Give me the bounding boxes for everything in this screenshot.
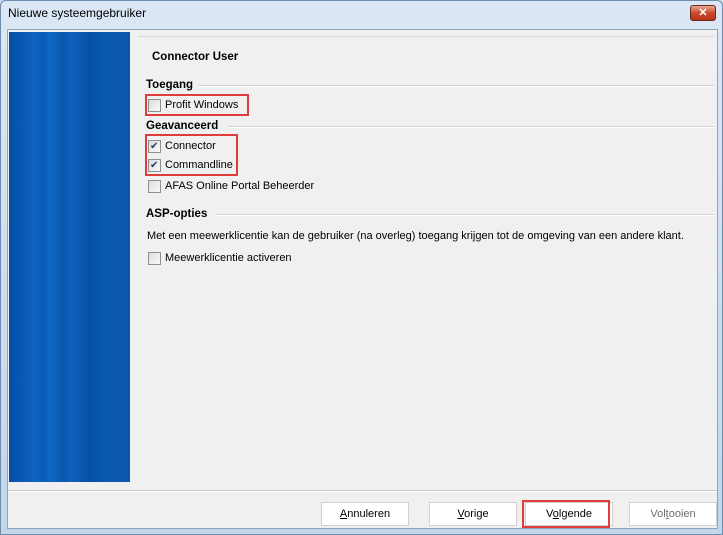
section-title-geavanceerd: Geavanceerd: [146, 120, 219, 132]
dialog-window: Nieuwe systeemgebruiker ✕ Connector User…: [0, 0, 723, 535]
close-button[interactable]: ✕: [690, 5, 716, 21]
highlight-box: [145, 94, 249, 116]
checkbox-box[interactable]: [148, 179, 161, 193]
section-line-geavanceerd: [229, 126, 714, 128]
button-label: ooien: [668, 508, 696, 520]
checkbox-label: AFAS Online Portal Beheerder: [165, 180, 315, 192]
highlight-box: [522, 500, 610, 528]
section-title-toegang: Toegang: [146, 79, 194, 91]
asp-description: Met een meewerklicentie kan de gebruiker…: [147, 230, 684, 242]
checkbox-box[interactable]: [148, 251, 161, 265]
top-divider: [138, 36, 714, 37]
footer-divider: [8, 490, 717, 492]
checkbox-afas-portal[interactable]: AFAS Online Portal Beheerder: [148, 178, 314, 194]
wizard-content: Connector User Toegang Profit Windows Ge…: [136, 30, 719, 480]
wizard-banner: [9, 32, 130, 482]
button-label-prefix: Vol: [650, 508, 666, 520]
highlight-box: [145, 134, 238, 176]
section-line-asp: [216, 214, 714, 216]
close-icon: ✕: [698, 7, 708, 19]
cancel-button[interactable]: Annuleren: [321, 502, 409, 526]
section-title-asp: ASP-opties: [146, 208, 208, 220]
window-title: Nieuwe systeemgebruiker: [8, 6, 147, 20]
checkbox-meewerklicentie[interactable]: Meewerklicentie activeren: [148, 250, 292, 266]
dialog-client: Connector User Toegang Profit Windows Ge…: [7, 29, 718, 529]
finish-button[interactable]: Voltooien: [629, 502, 717, 526]
button-label: orige: [464, 508, 489, 520]
button-label: nnuleren: [347, 508, 391, 520]
title-bar[interactable]: Nieuwe systeemgebruiker ✕: [1, 1, 722, 25]
checkbox-label: Meewerklicentie activeren: [165, 252, 292, 264]
page-title: Connector User: [152, 51, 239, 63]
previous-button[interactable]: Vorige: [429, 502, 517, 526]
section-line-toegang: [198, 85, 714, 87]
